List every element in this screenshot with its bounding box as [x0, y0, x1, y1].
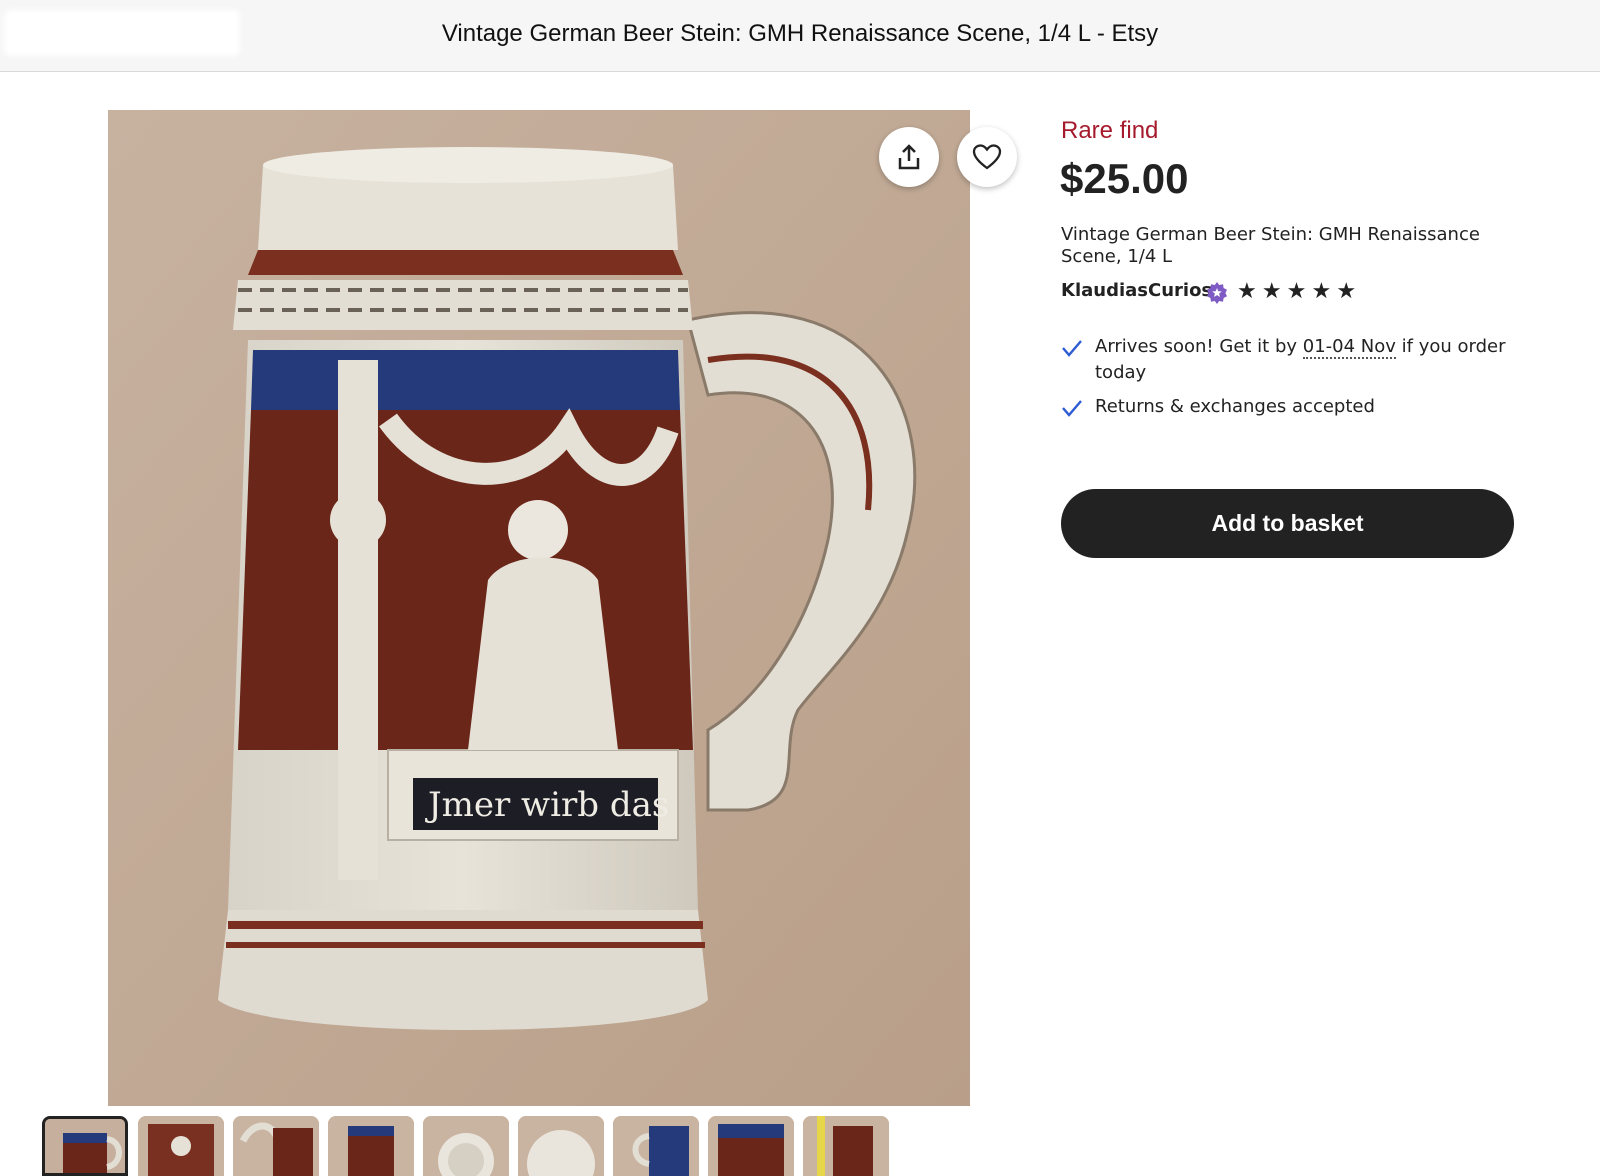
window-title-bar: Vintage German Beer Stein: GMH Renaissan… [0, 0, 1600, 72]
returns-text: Returns & exchanges accepted [1095, 396, 1375, 417]
thumbnail-8[interactable] [708, 1116, 794, 1176]
returns-policy: Returns & exchanges accepted [1061, 394, 1531, 420]
share-button[interactable] [879, 127, 939, 187]
delivery-estimate: Arrives soon! Get it by 01-04 Nov if you… [1061, 334, 1531, 386]
rare-find-badge: Rare find [1061, 117, 1159, 144]
star-icon: ★ [1311, 279, 1332, 304]
beer-stein-illustration: Jmer wirb das [108, 110, 970, 1106]
delivery-prefix: Arrives soon! Get it by [1095, 336, 1303, 357]
star-seller-icon [1207, 282, 1227, 304]
stein-inscription: Jmer wirb das [425, 785, 669, 825]
listing-highlights: Arrives soon! Get it by 01-04 Nov if you… [1061, 334, 1531, 428]
heart-icon [972, 144, 1002, 170]
favorite-button[interactable] [957, 127, 1017, 187]
page-title: Vintage German Beer Stein: GMH Renaissan… [441, 20, 1159, 47]
thumbnail-9[interactable] [803, 1116, 889, 1176]
thumbnail-6[interactable] [518, 1116, 604, 1176]
delivery-date[interactable]: 01-04 Nov [1302, 336, 1396, 359]
thumbnail-3[interactable] [233, 1116, 319, 1176]
star-icon: ★ [1336, 279, 1357, 304]
share-icon [898, 144, 920, 170]
shop-name-link[interactable]: KlaudiasCurios [1061, 280, 1212, 301]
star-icon: ★ [1237, 279, 1257, 304]
thumbnail-2[interactable] [138, 1116, 224, 1176]
add-to-basket-button[interactable]: Add to basket [1061, 489, 1514, 558]
main-product-image[interactable]: Jmer wirb das [108, 110, 970, 1106]
star-icon: ★ [1286, 279, 1307, 304]
rating-stars[interactable]: ★ ★ ★ ★ ★ [1237, 281, 1356, 303]
price: $25.00 [1060, 155, 1189, 202]
thumbnail-1[interactable] [42, 1116, 128, 1176]
thumbnail-5[interactable] [423, 1116, 509, 1176]
check-icon [1062, 400, 1082, 417]
star-icon: ★ [1261, 279, 1282, 304]
listing-title: Vintage German Beer Stein: GMH Renaissan… [1061, 224, 1480, 267]
thumbnail-4[interactable] [328, 1116, 414, 1176]
check-icon [1062, 340, 1082, 357]
thumbnail-7[interactable] [613, 1116, 699, 1176]
